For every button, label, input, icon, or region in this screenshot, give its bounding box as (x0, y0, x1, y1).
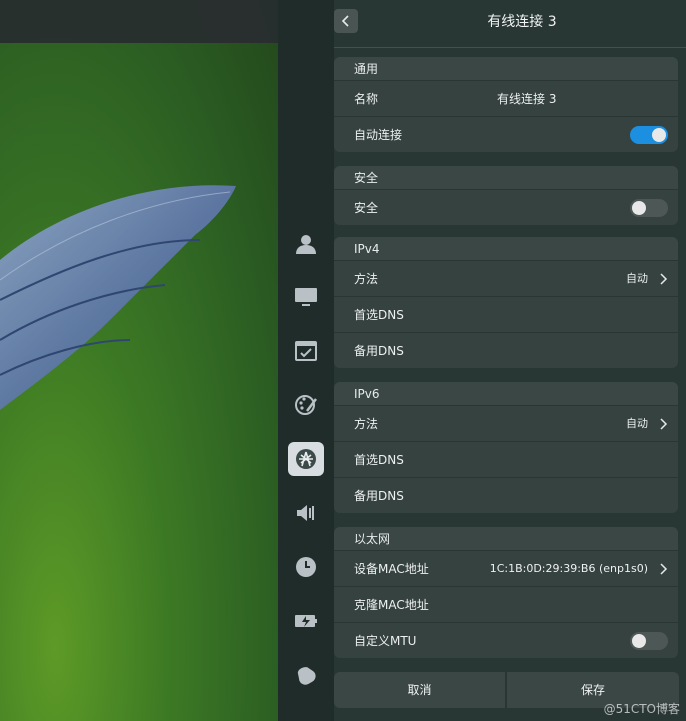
row-device-mac[interactable]: 设备MAC地址 1C:1B:0D:29:39:B6 (enp1s0) (334, 550, 678, 586)
row-label: 克隆MAC地址 (354, 598, 429, 612)
chevron-left-icon (341, 15, 349, 27)
row-label: 名称 (354, 92, 379, 106)
row-ipv6-dns1[interactable]: 首选DNS (334, 441, 678, 477)
row-ipv6-method[interactable]: 方法 自动 (334, 405, 678, 441)
network-icon[interactable] (288, 442, 324, 476)
group-heading: 通用 (334, 57, 678, 80)
row-label: 自定义MTU (354, 634, 417, 648)
method-value: 自动 (626, 417, 648, 430)
desktop-wallpaper (0, 0, 278, 721)
chevron-right-icon (660, 273, 668, 285)
row-label: 首选DNS (354, 308, 404, 322)
window-titlebar-strip (0, 0, 278, 43)
row-clone-mac[interactable]: 克隆MAC地址 (334, 586, 678, 622)
row-auto-connect: 自动连接 (334, 116, 678, 152)
row-label: 方法 (354, 417, 379, 431)
custom-mtu-toggle[interactable] (630, 632, 668, 650)
chevron-right-icon (660, 563, 668, 575)
security-toggle[interactable] (630, 199, 668, 217)
group-general: 通用 名称 有线连接 3 自动连接 (334, 57, 678, 152)
row-label: 备用DNS (354, 344, 404, 358)
row-ipv4-method[interactable]: 方法 自动 (334, 260, 678, 296)
device-mac-value: 1C:1B:0D:29:39:B6 (enp1s0) (489, 562, 648, 575)
group-ethernet: 以太网 设备MAC地址 1C:1B:0D:29:39:B6 (enp1s0) 克… (334, 527, 678, 658)
row-ipv4-dns1[interactable]: 首选DNS (334, 296, 678, 332)
chevron-right-icon (660, 418, 668, 430)
sound-icon[interactable] (288, 496, 324, 530)
group-ipv6: IPv6 方法 自动 首选DNS 备用DNS (334, 382, 678, 513)
row-name[interactable]: 名称 有线连接 3 (334, 80, 678, 116)
row-label: 自动连接 (354, 128, 403, 142)
personalization-icon[interactable] (288, 388, 324, 422)
network-settings-panel: 有线连接 3 通用 名称 有线连接 3 自动连接 安全 安全 IPv4 方法 自… (334, 0, 686, 721)
row-custom-mtu: 自定义MTU (334, 622, 678, 658)
account-icon[interactable] (288, 227, 324, 261)
settings-sidebar (278, 0, 334, 721)
watermark-text: @51CTO博客 (603, 702, 680, 716)
default-apps-icon[interactable] (288, 334, 324, 368)
page-title: 有线连接 3 (487, 14, 557, 30)
datetime-icon[interactable] (288, 550, 324, 584)
row-ipv4-dns2[interactable]: 备用DNS (334, 332, 678, 368)
group-ipv4: IPv4 方法 自动 首选DNS 备用DNS (334, 237, 678, 368)
group-heading: 以太网 (334, 527, 678, 550)
wing-illustration (0, 185, 236, 410)
row-label: 安全 (354, 201, 379, 215)
connection-name-field[interactable]: 有线连接 3 (497, 81, 556, 117)
row-label: 备用DNS (354, 489, 404, 503)
panel-header: 有线连接 3 (334, 0, 686, 48)
method-value: 自动 (626, 272, 648, 285)
power-icon[interactable] (288, 604, 324, 638)
row-label: 首选DNS (354, 453, 404, 467)
row-label: 设备MAC地址 (354, 562, 429, 576)
back-button[interactable] (334, 9, 358, 33)
group-heading: IPv6 (334, 382, 678, 405)
group-heading: 安全 (334, 166, 678, 189)
group-security: 安全 安全 (334, 166, 678, 225)
row-label: 方法 (354, 272, 379, 286)
row-security: 安全 (334, 189, 678, 225)
mouse-icon[interactable] (288, 658, 324, 692)
auto-connect-toggle[interactable] (630, 126, 668, 144)
group-heading: IPv4 (334, 237, 678, 260)
display-icon[interactable] (288, 280, 324, 314)
cancel-button[interactable]: 取消 (334, 672, 506, 708)
row-ipv6-dns2[interactable]: 备用DNS (334, 477, 678, 513)
